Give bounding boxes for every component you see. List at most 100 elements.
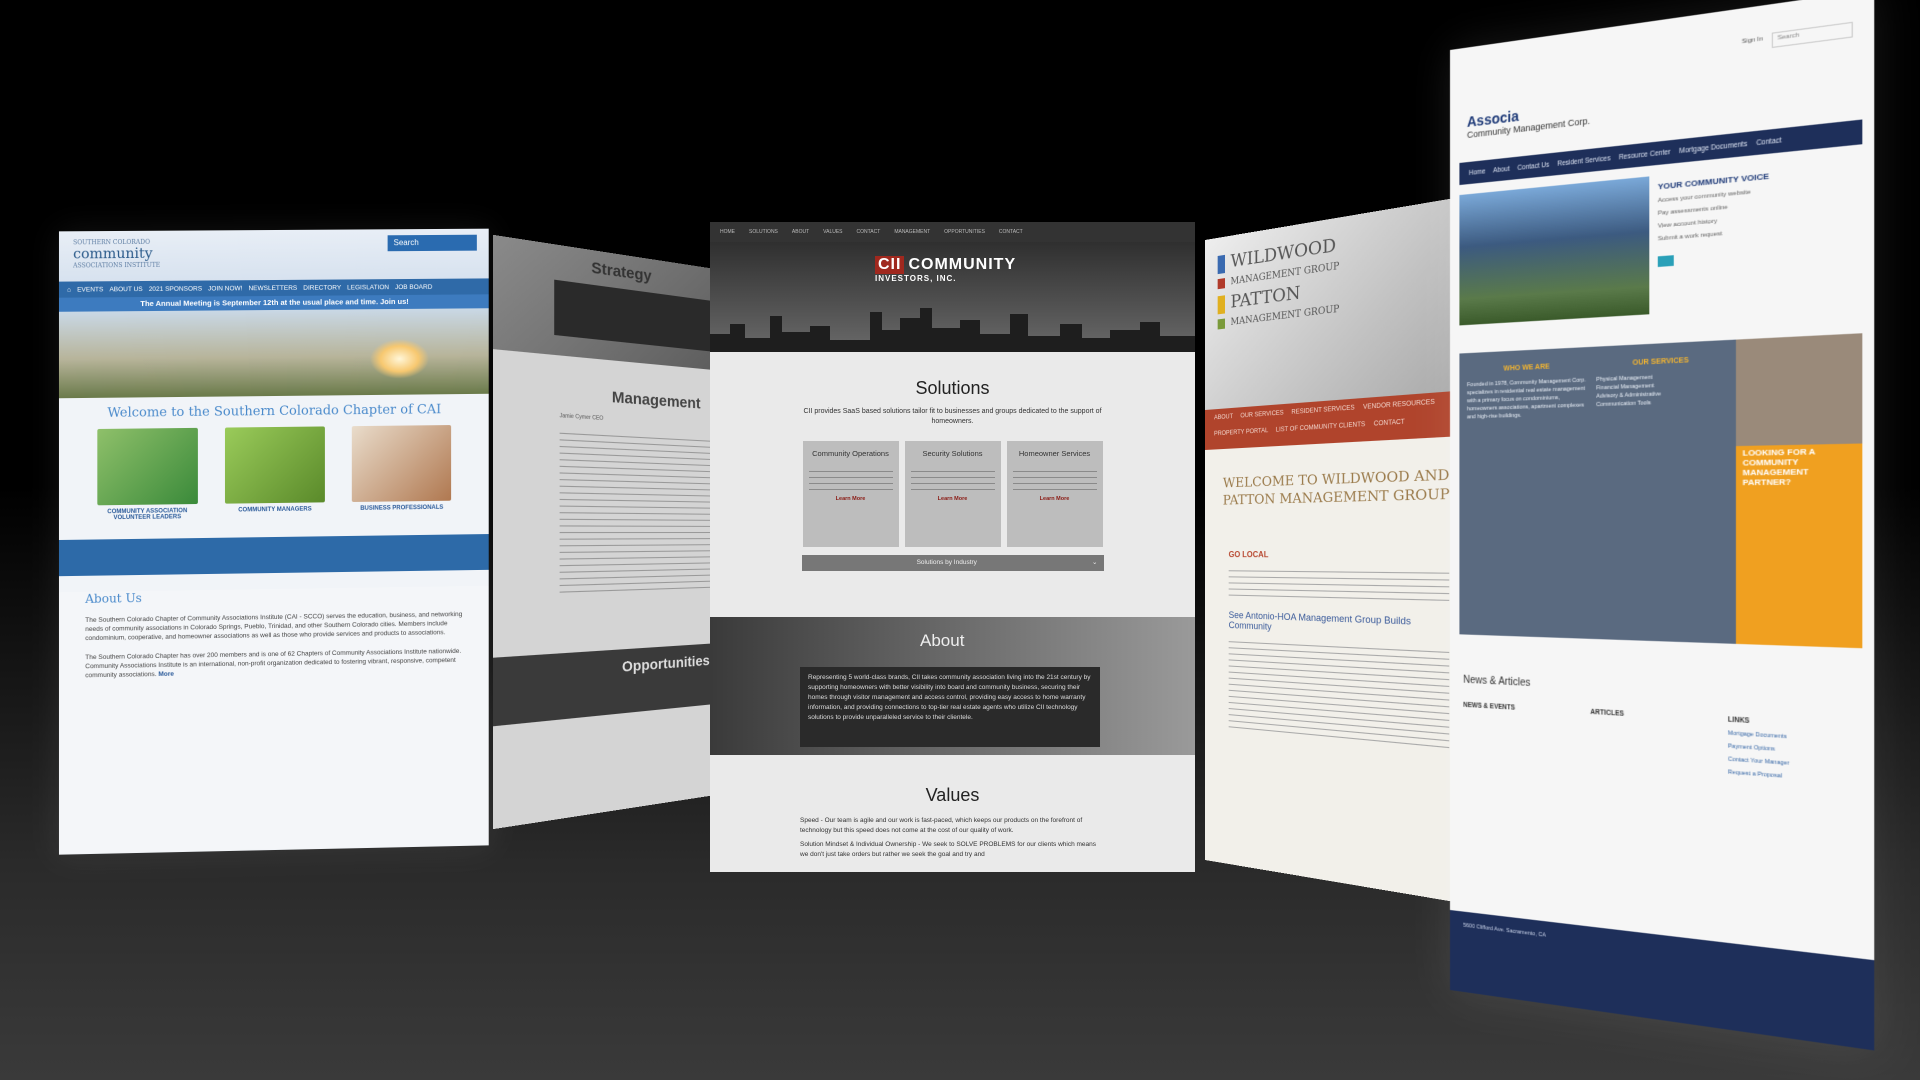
as-nav-item-about[interactable]: About xyxy=(1493,165,1509,174)
as-nav-item-contact[interactable]: Contact xyxy=(1756,136,1781,146)
associa-website-screenshot: Sign In Search Associa Community Managem… xyxy=(1450,0,1875,1051)
sign-in-link[interactable]: Sign In xyxy=(1742,36,1763,45)
ww-nav-item[interactable]: ABOUT xyxy=(1214,414,1233,427)
as-nav-item-resident[interactable]: Resident Services xyxy=(1557,155,1610,168)
ci-top-nav: HOME SOLUTIONS ABOUT VALUES CONTACT MANA… xyxy=(710,222,1195,242)
ci-values-heading: Values xyxy=(925,785,980,805)
cai-logo[interactable]: SOUTHERN COLORADO community ASSOCIATIONS… xyxy=(73,239,160,270)
go-button[interactable] xyxy=(1657,255,1674,268)
ci-box-description xyxy=(910,466,995,492)
as-nav-item-resource[interactable]: Resource Center xyxy=(1619,148,1671,161)
red-house-image xyxy=(224,426,325,504)
cai-footer xyxy=(58,534,489,577)
ww-nav-item[interactable]: LIST OF COMMUNITY CLIENTS xyxy=(1276,422,1365,440)
strategy-quote-box xyxy=(554,279,722,353)
cai-audience-cards: COMMUNITY ASSOCIATION VOLUNTEER LEADERS … xyxy=(59,417,489,522)
news-articles-heading: News & Articles xyxy=(1463,674,1531,690)
community-investors-website-screenshot: HOME SOLUTIONS ABOUT VALUES CONTACT MANA… xyxy=(710,222,1195,872)
ww-nav-item[interactable]: OUR SERVICES xyxy=(1240,410,1283,425)
link-item[interactable]: Contact Your Manager xyxy=(1728,756,1858,771)
ww-nav-item[interactable]: RESIDENT SERVICES xyxy=(1291,405,1354,422)
ci-about-text: Representing 5 world-class brands, CII t… xyxy=(800,667,1100,747)
cai-about-paragraph-1: The Southern Colorado Chapter of Communi… xyxy=(85,611,463,643)
wildwood-body-text xyxy=(1228,565,1450,601)
wildwood-article-link[interactable]: See Antonio-HOA Management Group Builds … xyxy=(1229,610,1461,640)
cai-nav-item-newsletters[interactable]: NEWSLETTERS xyxy=(248,284,297,291)
as-nav-item-contact-us[interactable]: Contact Us xyxy=(1517,161,1549,172)
home-icon[interactable]: ⌂ xyxy=(67,286,71,293)
ci-about-heading: About xyxy=(920,631,965,650)
as-nav-item-mortgage[interactable]: Mortgage Documents xyxy=(1679,140,1747,155)
cai-more-link[interactable]: More xyxy=(158,671,174,678)
ci-logo-mark: CII xyxy=(875,256,905,274)
cai-header: SOUTHERN COLORADO community ASSOCIATIONS… xyxy=(58,228,489,282)
management-text xyxy=(559,427,725,593)
cai-about-paragraph-2: The Southern Colorado Chapter has over 2… xyxy=(85,647,462,680)
news-columns: NEWS & EVENTS ARTICLES LINKS Mortgage Do… xyxy=(1463,702,1857,792)
cai-about-heading: About Us xyxy=(85,591,142,606)
ci-nav-item[interactable]: VALUES xyxy=(823,229,842,235)
ci-nav-item[interactable]: CONTACT xyxy=(999,229,1023,235)
links-column: LINKS Mortgage Documents Payment Options… xyxy=(1728,716,1858,792)
solutions-by-industry-dropdown[interactable]: Solutions by Industry ⌄ xyxy=(801,555,1104,571)
wildwood-logo[interactable]: WILDWOOD MANAGEMENT GROUP PATTON MANAGEM… xyxy=(1217,235,1339,335)
cai-nav-item-events[interactable]: EVENTS xyxy=(77,286,103,293)
link-item[interactable]: Request a Proposal xyxy=(1728,769,1858,785)
cai-search-input[interactable]: Search xyxy=(387,234,477,252)
ci-solutions-heading: Solutions xyxy=(915,378,990,398)
cai-nav-item-jobboard[interactable]: JOB BOARD xyxy=(395,283,432,290)
ci-box-description xyxy=(808,466,893,492)
ci-values-text-2: Solution Mindset & Individual Ownership … xyxy=(800,841,1097,858)
cai-card-business[interactable]: BUSINESS PROFESSIONALS xyxy=(352,425,452,518)
ci-box-description xyxy=(1012,466,1097,492)
cai-nav-item-legislation[interactable]: LEGISLATION xyxy=(347,284,389,291)
looking-for-partner-callout[interactable]: LOOKING FOR A COMMUNITY MANAGEMENT PARTN… xyxy=(1735,333,1863,649)
strategy-header: Strategy xyxy=(492,234,735,372)
associa-info-section: WHO WE ARE Founded in 1978, Community Ma… xyxy=(1459,333,1863,649)
chevron-down-icon: ⌄ xyxy=(1092,559,1098,566)
learn-more-link[interactable]: Learn More xyxy=(1013,496,1097,502)
learn-more-link[interactable]: Learn More xyxy=(911,496,995,502)
cai-about-page: About Us The Southern Colorado Chapter o… xyxy=(58,585,489,854)
ci-box-homeowner-services: Homeowner Services Learn More xyxy=(1006,441,1103,547)
wildwood-website-screenshot: WILDWOOD MANAGEMENT GROUP PATTON MANAGEM… xyxy=(1205,195,1473,905)
ww-nav-item[interactable]: VENDOR RESOURCES xyxy=(1363,399,1435,417)
ci-nav-item[interactable]: HOME xyxy=(720,229,735,235)
cai-nav-item-sponsors[interactable]: 2021 SPONSORS xyxy=(149,285,202,292)
wildwood-welcome-heading: WELCOME TO WILDWOOD AND PATTON MANAGEMEN… xyxy=(1222,467,1450,509)
ci-nav-item[interactable]: SOLUTIONS xyxy=(749,229,778,235)
cai-card-volunteer[interactable]: COMMUNITY ASSOCIATION VOLUNTEER LEADERS xyxy=(96,427,198,522)
associa-footer: 5600 Clifford Ave. Sacramento, CA xyxy=(1450,910,1875,1051)
ci-nav-item[interactable]: ABOUT xyxy=(792,229,809,235)
learn-more-link[interactable]: Learn More xyxy=(809,496,893,502)
wildwood-header: WILDWOOD MANAGEMENT GROUP PATTON MANAGEM… xyxy=(1205,195,1473,410)
cai-nav-item-about[interactable]: ABOUT US xyxy=(109,286,142,293)
articles-column: ARTICLES xyxy=(1590,708,1624,718)
cai-website-screenshot: SOUTHERN COLORADO community ASSOCIATIONS… xyxy=(58,228,489,855)
ci-logo[interactable]: CII COMMUNITY INVESTORS, INC. xyxy=(875,256,1016,283)
ww-nav-item[interactable]: PROPERTY PORTAL xyxy=(1214,428,1268,444)
link-item[interactable]: Payment Options xyxy=(1728,743,1858,758)
ci-nav-item[interactable]: CONTACT xyxy=(857,229,881,235)
sun-glow xyxy=(369,338,430,380)
who-we-are-text: Founded in 1978, Community Management Co… xyxy=(1467,377,1586,421)
city-skyline-graphic xyxy=(710,308,1195,352)
ci-box-community-operations: Community Operations Learn More xyxy=(802,441,899,547)
ci-nav-item[interactable]: OPPORTUNITIES xyxy=(944,229,985,235)
ci-solutions-subtitle: CII provides SaaS based solutions tailor… xyxy=(803,408,1102,425)
associa-search-input[interactable]: Search xyxy=(1771,21,1853,49)
model-house-image xyxy=(352,425,452,502)
ww-nav-item[interactable]: CONTACT xyxy=(1374,419,1405,434)
link-item[interactable]: Mortgage Documents xyxy=(1728,730,1858,744)
ci-box-security-solutions: Security Solutions Learn More xyxy=(904,441,1001,547)
strategy-title: Strategy xyxy=(591,258,652,286)
go-local-heading: GO LOCAL xyxy=(1228,550,1269,560)
building-photo-carousel[interactable] xyxy=(1459,176,1650,326)
cai-nav-item-directory[interactable]: DIRECTORY xyxy=(303,284,341,291)
as-nav-item-home[interactable]: Home xyxy=(1469,168,1486,177)
wildwood-body-text-2 xyxy=(1228,636,1450,749)
cai-nav-item-join[interactable]: JOIN NOW! xyxy=(208,285,242,292)
cai-card-managers[interactable]: COMMUNITY MANAGERS xyxy=(224,426,325,519)
who-we-are-panel: WHO WE ARE Founded in 1978, Community Ma… xyxy=(1459,339,1736,644)
ci-nav-item[interactable]: MANAGEMENT xyxy=(894,229,930,235)
